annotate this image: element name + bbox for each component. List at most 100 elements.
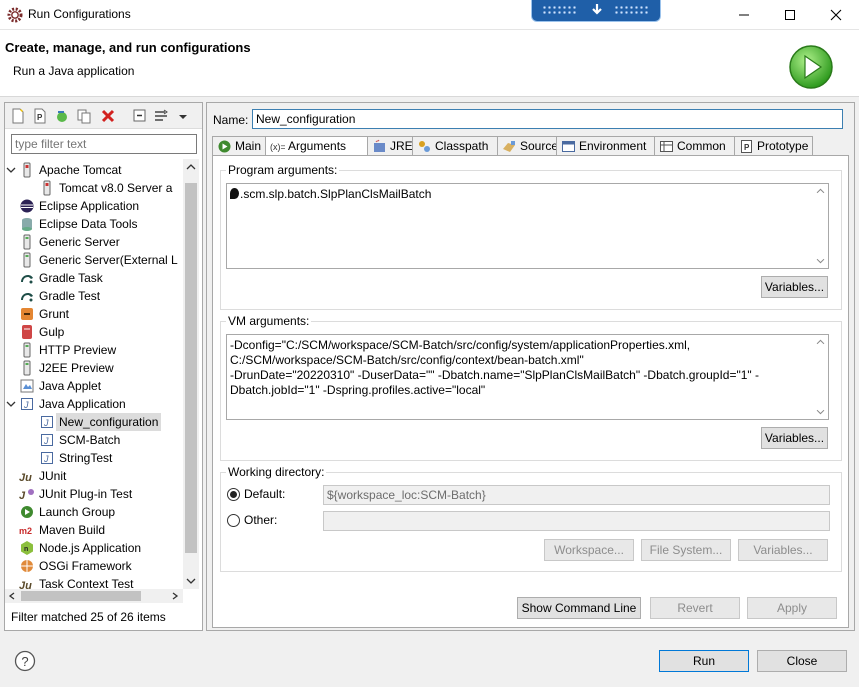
tree-item[interactable]: OSGi Framework: [5, 557, 182, 575]
tomcat-icon: [19, 162, 35, 178]
scroll-up-icon[interactable]: [186, 163, 196, 171]
tab-prototype[interactable]: P Prototype: [734, 136, 813, 156]
duplicate-icon[interactable]: [76, 108, 92, 124]
tree-item[interactable]: Launch Group: [5, 503, 182, 521]
svg-text:Ju: Ju: [19, 580, 32, 589]
tab-label: JRE: [390, 139, 413, 153]
working-dir-variables-button[interactable]: Variables...: [738, 539, 828, 561]
revert-button[interactable]: Revert: [650, 597, 740, 619]
tree-item[interactable]: Gulp: [5, 323, 182, 341]
tree-item[interactable]: J2EE Preview: [5, 359, 182, 377]
tree-item[interactable]: Apache Tomcat: [5, 161, 182, 179]
program-args-variables-button[interactable]: Variables...: [761, 276, 828, 298]
name-input[interactable]: [252, 109, 843, 129]
tree-item-label: StringTest: [59, 451, 113, 465]
tree-item[interactable]: Tomcat v8.0 Server a: [5, 179, 182, 197]
scroll-left-icon[interactable]: [8, 592, 16, 600]
new-configuration-icon[interactable]: [10, 108, 26, 124]
collapse-all-icon[interactable]: [132, 108, 148, 124]
tree-scroll-thumb[interactable]: [185, 183, 197, 553]
workspace-button[interactable]: Workspace...: [544, 539, 634, 561]
other-directory-field[interactable]: [323, 511, 830, 531]
tree-item-label: New_configuration: [56, 413, 162, 431]
program-arguments-value: .scm.slp.batch.SlpPlanClsMailBatch: [240, 187, 432, 201]
name-label: Name:: [213, 113, 249, 127]
arrow-down-icon[interactable]: [590, 3, 604, 17]
tree-item[interactable]: HTTP Preview: [5, 341, 182, 359]
apply-button[interactable]: Apply: [747, 597, 837, 619]
svg-text:J: J: [43, 418, 49, 428]
tab-label: Arguments: [288, 139, 347, 153]
tree-item-label: Java Applet: [39, 379, 102, 393]
tree-item[interactable]: J SCM-Batch: [5, 431, 182, 449]
tab-common[interactable]: Common: [654, 136, 735, 156]
screen-share-bar[interactable]: [531, 0, 661, 22]
tree-item-label: HTTP Preview: [39, 343, 117, 357]
tree-hscroll-thumb[interactable]: [21, 591, 141, 601]
default-radio[interactable]: [227, 488, 240, 501]
svg-text:J: J: [43, 454, 49, 464]
tree-item[interactable]: Grunt: [5, 305, 182, 323]
file-system-button[interactable]: File System...: [641, 539, 731, 561]
server-icon: [19, 252, 35, 268]
server-icon: [19, 360, 35, 376]
minimize-button[interactable]: [721, 0, 767, 30]
junit-icon: Ju: [19, 576, 35, 589]
prototype-tab-icon: P: [739, 139, 754, 154]
close-icon: [830, 9, 842, 21]
filter-icon[interactable]: [154, 108, 170, 124]
gulp-icon: [19, 324, 35, 340]
show-command-line-button[interactable]: Show Command Line: [517, 597, 641, 619]
filter-input[interactable]: [11, 134, 197, 154]
tree-item[interactable]: Eclipse Data Tools: [5, 215, 182, 233]
tree-item-label: JUnit Plug-in Test: [39, 487, 133, 501]
delete-icon[interactable]: [100, 108, 116, 124]
junit-icon: Ju: [19, 468, 35, 484]
tree-item[interactable]: Eclipse Application: [5, 197, 182, 215]
tree-item[interactable]: m2 Maven Build: [5, 521, 182, 539]
common-tab-icon: [659, 139, 674, 154]
vm-arguments-textarea[interactable]: -Dconfig="C:/SCM/workspace/SCM-Batch/src…: [226, 334, 829, 420]
tab-jre[interactable]: JRE: [367, 136, 413, 156]
vm-args-scrollbar[interactable]: [813, 335, 828, 419]
run-button[interactable]: Run: [659, 650, 749, 672]
tree-item[interactable]: Ju Task Context Test: [5, 575, 182, 589]
tree-item[interactable]: n Node.js Application: [5, 539, 182, 557]
maximize-button[interactable]: [767, 0, 813, 30]
tree-item[interactable]: Gradle Test: [5, 287, 182, 305]
tree-item[interactable]: J JUnit Plug-in Test: [5, 485, 182, 503]
tab-main[interactable]: Main: [212, 136, 266, 156]
maven-icon: m2: [19, 522, 35, 538]
program-arguments-textarea[interactable]: .scm.slp.batch.SlpPlanClsMailBatch: [226, 183, 829, 269]
tree-item[interactable]: Generic Server: [5, 233, 182, 251]
tree-item[interactable]: J New_configuration: [5, 413, 182, 431]
tree-item-label: Node.js Application: [39, 541, 142, 555]
scroll-right-icon[interactable]: [171, 592, 179, 600]
tab-arguments[interactable]: (x)= Arguments: [265, 136, 368, 157]
scroll-down-icon[interactable]: [186, 577, 196, 585]
tree-item[interactable]: Gradle Task: [5, 269, 182, 287]
program-args-scrollbar[interactable]: [813, 184, 828, 268]
close-button[interactable]: Close: [757, 650, 847, 672]
tab-source[interactable]: Source: [497, 136, 558, 156]
tree-item[interactable]: Java Applet: [5, 377, 182, 395]
launch-group-icon: [19, 504, 35, 520]
export-configuration-icon[interactable]: [54, 108, 70, 124]
tab-environment[interactable]: Environment: [556, 136, 655, 156]
close-window-button[interactable]: [813, 0, 859, 30]
other-radio[interactable]: [227, 514, 240, 527]
classpath-tab-icon: [417, 139, 432, 154]
tree-item[interactable]: Ju JUnit: [5, 467, 182, 485]
vm-arguments-title: VM arguments:: [226, 314, 312, 328]
new-prototype-icon[interactable]: P: [32, 108, 48, 124]
jre-tab-icon: [372, 139, 387, 154]
vm-args-variables-button[interactable]: Variables...: [761, 427, 828, 449]
chevron-down-icon[interactable]: [178, 108, 188, 124]
tree-item[interactable]: Generic Server(External L: [5, 251, 182, 269]
tab-classpath[interactable]: Classpath: [412, 136, 498, 156]
tree-item[interactable]: J Java Application: [5, 395, 182, 413]
tree-item[interactable]: J StringTest: [5, 449, 182, 467]
svg-text:J: J: [19, 490, 26, 502]
nodejs-icon: n: [19, 540, 35, 556]
help-icon[interactable]: ?: [14, 650, 36, 672]
